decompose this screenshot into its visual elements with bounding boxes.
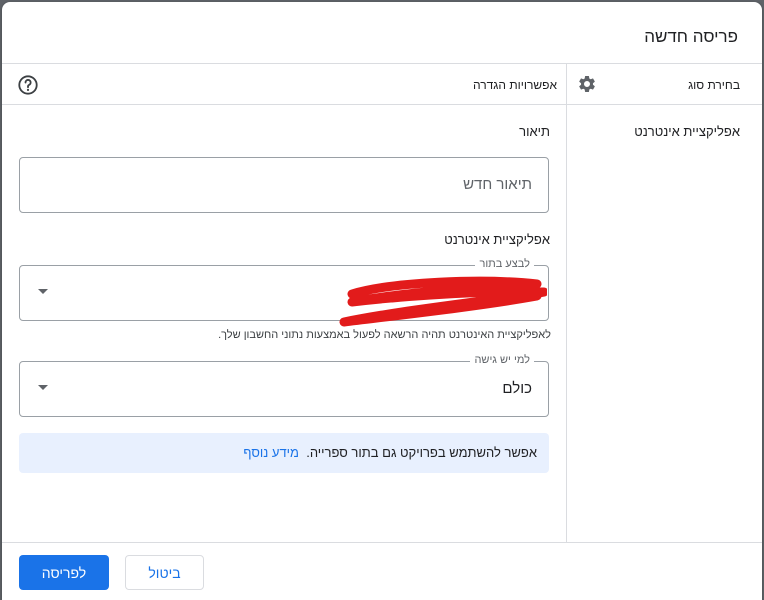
select-type-label: בחירת סוג [688, 78, 740, 92]
library-info-box: אפשר להשתמש בפרויקט גם בתור ספרייה. מידע… [19, 433, 549, 473]
redaction-scribble [339, 276, 547, 327]
help-icon[interactable] [17, 74, 39, 96]
execute-as-label: לבצע בתור [475, 258, 534, 270]
cancel-button[interactable]: ביטול [125, 555, 204, 590]
description-input[interactable]: תיאור חדש [19, 157, 549, 213]
web-app-section-label: אפליקציית אינטרנט [444, 232, 550, 247]
gear-icon[interactable] [577, 74, 597, 94]
dropdown-arrow-icon [38, 289, 48, 294]
dialog-title: פריסה חדשה [644, 27, 738, 46]
deploy-button[interactable]: לפריסה [19, 555, 109, 590]
configuration-label: אפשרויות הגדרה [473, 78, 557, 92]
type-item-web-app[interactable]: אפליקציית אינטרנט [634, 124, 740, 139]
library-info-text: אפשר להשתמש בפרויקט גם בתור ספרייה. [306, 445, 537, 460]
access-select[interactable]: למי יש גישה כולם [19, 354, 549, 417]
panel-divider [566, 63, 567, 542]
access-label: למי יש גישה [470, 354, 534, 366]
dropdown-arrow-icon [38, 385, 48, 390]
footer-divider [2, 542, 762, 543]
learn-more-link[interactable]: מידע נוסף [243, 445, 299, 460]
divider [2, 63, 762, 64]
description-section-label: תיאור [519, 124, 550, 139]
access-value: כולם [502, 380, 532, 397]
divider [2, 104, 762, 105]
new-deployment-dialog: פריסה חדשה בחירת סוג אפליקציית אינטרנט א… [2, 2, 762, 600]
description-placeholder: תיאור חדש [463, 176, 532, 193]
execute-as-helper-text: לאפליקציית האינטרנט תהיה הרשאה לפעול באמ… [218, 329, 551, 341]
